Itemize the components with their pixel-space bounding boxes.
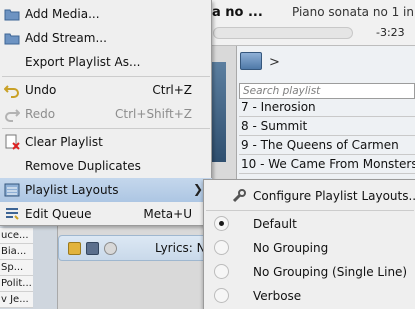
playlist-row[interactable]: 7 - Inerosion xyxy=(239,98,415,117)
lyrics-label: Lyrics: N xyxy=(155,241,206,255)
playlist-layouts-submenu: Configure Playlist Layouts... Default No… xyxy=(203,179,415,309)
list-item[interactable]: uce... xyxy=(0,228,33,244)
menu-separator xyxy=(206,210,414,211)
radio-button[interactable] xyxy=(214,216,229,231)
playlist-toolbar: > xyxy=(236,47,415,81)
now-playing-subtitle: Piano sonata no 1 in xyxy=(292,5,414,19)
edit-queue-icon xyxy=(4,206,20,222)
layout-option-label: No Grouping xyxy=(253,241,329,255)
chevron-right-icon[interactable]: > xyxy=(269,55,280,70)
list-item[interactable]: Bia... xyxy=(0,244,33,260)
menu-item-label: Add Media... xyxy=(25,7,100,21)
playlist-search-input[interactable]: Search playlist xyxy=(239,83,415,99)
playlist-layout-icon[interactable] xyxy=(240,52,262,70)
menu-item-remove-duplicates[interactable]: Remove Duplicates xyxy=(0,154,212,178)
radio-button[interactable] xyxy=(214,240,229,255)
clear-playlist-icon xyxy=(4,134,20,150)
menu-item-label: Configure Playlist Layouts... xyxy=(253,189,415,203)
menu-item-shortcut: Meta+U xyxy=(143,207,192,221)
undo-icon xyxy=(3,82,20,98)
menu-item-label: Redo xyxy=(25,107,56,121)
playlist-row[interactable]: 10 - We Came From Monsters xyxy=(239,155,415,174)
menu-item-export-playlist[interactable]: Export Playlist As... xyxy=(0,50,212,74)
menu-item-edit-queue[interactable]: Edit Queue Meta+U xyxy=(0,202,212,226)
menu-item-clear-playlist[interactable]: Clear Playlist xyxy=(0,130,212,154)
menu-item-add-stream[interactable]: Add Stream... xyxy=(0,26,212,50)
menu-item-configure-layouts[interactable]: Configure Playlist Layouts... xyxy=(204,184,415,208)
menu-item-add-media[interactable]: Add Media... xyxy=(0,2,212,26)
add-stream-icon xyxy=(4,30,20,46)
layout-option-no-grouping-single-line[interactable]: No Grouping (Single Line) xyxy=(204,260,415,284)
add-media-icon xyxy=(4,6,20,22)
menu-item-label: Remove Duplicates xyxy=(25,159,141,173)
playlist-context-menu: Add Media... Add Stream... Export Playli… xyxy=(0,0,212,226)
seek-slider[interactable] xyxy=(213,27,353,39)
settings-icon[interactable] xyxy=(104,242,117,255)
list-item[interactable]: Sp... xyxy=(0,260,33,276)
menu-item-undo[interactable]: Undo Ctrl+Z xyxy=(0,78,212,102)
layout-option-verbose[interactable]: Verbose xyxy=(204,284,415,308)
save-icon[interactable] xyxy=(86,242,99,255)
time-remaining: -3:23 xyxy=(376,26,405,39)
list-item[interactable]: Polit... xyxy=(0,276,33,292)
menu-separator xyxy=(2,128,210,129)
menu-item-label: Clear Playlist xyxy=(25,135,103,149)
menu-item-shortcut: Ctrl+Z xyxy=(152,83,192,97)
menu-item-label: Export Playlist As... xyxy=(25,55,141,69)
list-item[interactable]: v Je... xyxy=(0,292,33,308)
playlist-row[interactable]: 9 - The Queens of Carmen xyxy=(239,136,415,155)
menu-item-shortcut: Ctrl+Shift+Z xyxy=(115,107,192,121)
menu-item-label: Undo xyxy=(25,83,57,97)
layout-option-label: Verbose xyxy=(253,289,302,303)
menu-item-label: Edit Queue xyxy=(25,207,92,221)
edit-icon[interactable] xyxy=(68,242,81,255)
menu-separator xyxy=(2,76,210,77)
layout-option-label: No Grouping (Single Line) xyxy=(253,265,408,279)
redo-icon xyxy=(4,106,21,122)
radio-button[interactable] xyxy=(214,288,229,303)
layout-option-no-grouping[interactable]: No Grouping xyxy=(204,236,415,260)
menu-item-label: Add Stream... xyxy=(25,31,107,45)
menu-item-redo[interactable]: Redo Ctrl+Shift+Z xyxy=(0,102,212,126)
layout-option-default[interactable]: Default xyxy=(204,212,415,236)
playlist-row[interactable]: 8 - Summit xyxy=(239,117,415,136)
radio-button[interactable] xyxy=(214,264,229,279)
layout-option-label: Default xyxy=(253,217,297,231)
submenu-arrow-icon: ❯ xyxy=(192,182,203,196)
wrench-icon xyxy=(231,188,247,207)
menu-item-playlist-layouts[interactable]: Playlist Layouts ❯ xyxy=(0,178,212,202)
menu-item-label: Playlist Layouts xyxy=(25,183,119,197)
playlist-layouts-icon xyxy=(4,182,20,198)
